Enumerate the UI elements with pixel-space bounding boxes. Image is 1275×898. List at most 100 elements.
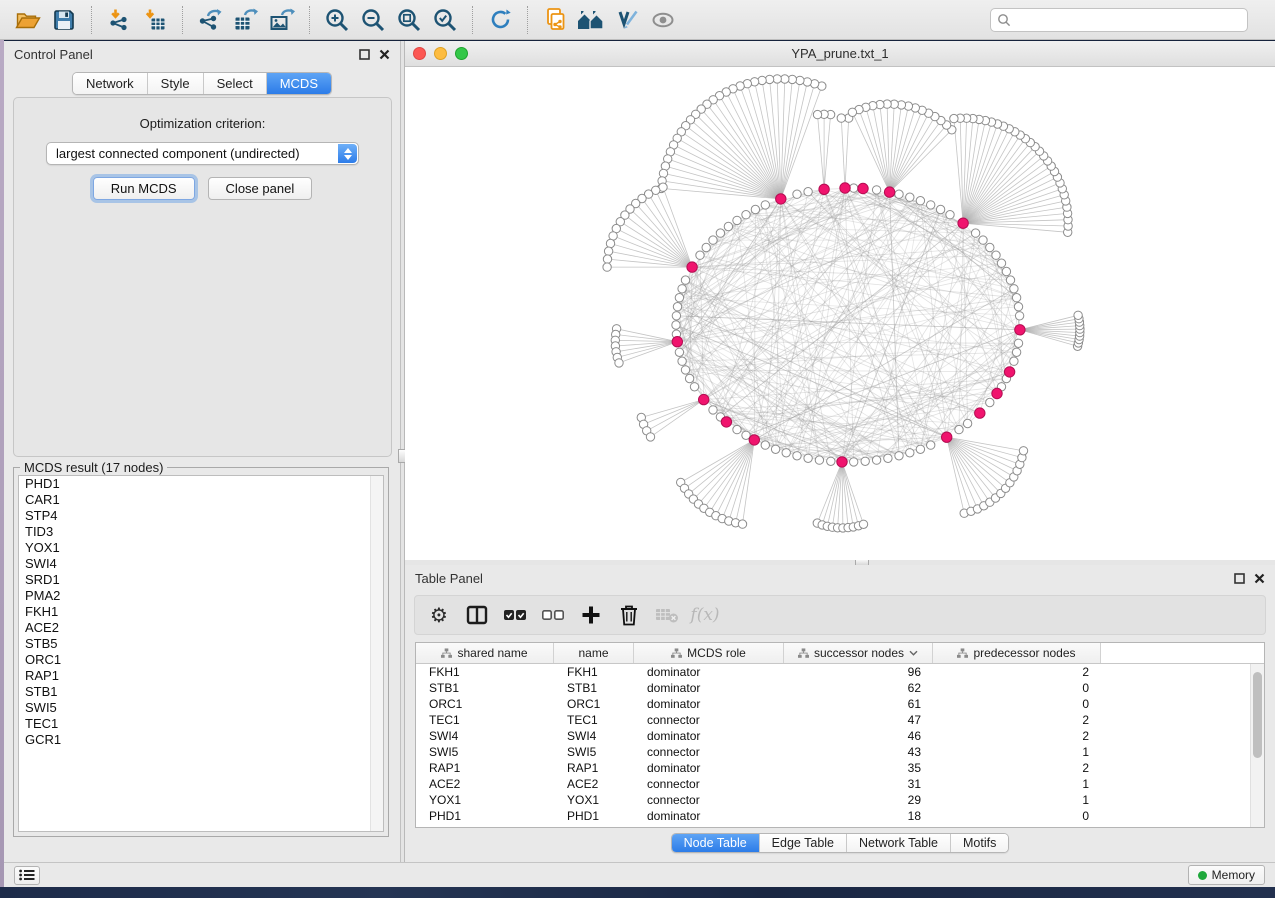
table-cell: ACE2: [416, 777, 554, 791]
result-node-item[interactable]: FKH1: [19, 604, 383, 620]
network-graph-canvas[interactable]: [405, 67, 1275, 560]
copy-network-icon[interactable]: [537, 4, 573, 36]
refresh-icon[interactable]: [482, 4, 518, 36]
export-image-icon[interactable]: [264, 4, 300, 36]
result-node-item[interactable]: PMA2: [19, 588, 383, 604]
network-window-titlebar[interactable]: YPA_prune.txt_1: [405, 41, 1275, 67]
zoom-in-icon[interactable]: [319, 4, 355, 36]
delete-row-icon[interactable]: [613, 600, 645, 630]
search-box: [990, 8, 1248, 32]
float-window-icon[interactable]: [359, 49, 370, 60]
search-input[interactable]: [990, 8, 1248, 32]
export-table-icon[interactable]: [228, 4, 264, 36]
table-row[interactable]: TEC1TEC1connector472: [416, 712, 1250, 728]
status-bar: Memory: [4, 862, 1275, 887]
export-network-icon[interactable]: [192, 4, 228, 36]
float-window-icon[interactable]: [1234, 573, 1245, 584]
table-cell: connector: [634, 793, 784, 807]
task-history-button[interactable]: [14, 866, 40, 885]
network-home-icon[interactable]: [573, 4, 609, 36]
result-node-item[interactable]: PHD1: [19, 476, 383, 492]
tab-edge-table[interactable]: Edge Table: [759, 834, 846, 852]
result-node-item[interactable]: SWI5: [19, 700, 383, 716]
table-scrollbar[interactable]: [1250, 664, 1264, 827]
import-network-icon[interactable]: [101, 4, 137, 36]
open-session-icon[interactable]: [10, 4, 46, 36]
table-cell: PHD1: [416, 809, 554, 823]
run-mcds-button[interactable]: Run MCDS: [93, 177, 195, 200]
table-row[interactable]: YOX1YOX1connector291: [416, 792, 1250, 808]
table-row[interactable]: ORC1ORC1dominator610: [416, 696, 1250, 712]
zoom-out-icon[interactable]: [355, 4, 391, 36]
result-node-item[interactable]: ACE2: [19, 620, 383, 636]
table-row[interactable]: SWI4SWI4dominator462: [416, 728, 1250, 744]
vizmapper-icon[interactable]: [609, 4, 645, 36]
table-scrollbar-thumb[interactable]: [1253, 672, 1262, 758]
table-cell: connector: [634, 745, 784, 759]
zoom-fit-icon[interactable]: [391, 4, 427, 36]
table-row[interactable]: ACE2ACE2connector311: [416, 776, 1250, 792]
result-node-item[interactable]: STP4: [19, 508, 383, 524]
column-header-shared-name[interactable]: shared name: [416, 643, 554, 663]
result-node-item[interactable]: TID3: [19, 524, 383, 540]
table-cell: dominator: [634, 681, 784, 695]
tab-network[interactable]: Network: [73, 73, 147, 94]
table-panel-title: Table Panel: [415, 571, 483, 586]
table-row[interactable]: STB1STB1dominator620: [416, 680, 1250, 696]
tab-network-table[interactable]: Network Table: [846, 834, 950, 852]
close-panel-icon[interactable]: [1254, 573, 1265, 584]
column-header-name[interactable]: name: [554, 643, 634, 663]
settings-icon[interactable]: ⚙: [423, 600, 455, 630]
result-node-item[interactable]: CAR1: [19, 492, 383, 508]
table-cell: 2: [933, 713, 1101, 727]
table-cell: 62: [784, 681, 933, 695]
tab-motifs[interactable]: Motifs: [950, 834, 1008, 852]
table-cell: dominator: [634, 729, 784, 743]
column-header-MCDS-role[interactable]: MCDS role: [634, 643, 784, 663]
mcds-result-list[interactable]: PHD1CAR1STP4TID3YOX1SWI4SRD1PMA2FKH1ACE2…: [18, 475, 384, 832]
result-node-item[interactable]: TEC1: [19, 716, 383, 732]
attribute-tree-icon: [671, 648, 682, 659]
result-node-item[interactable]: SRD1: [19, 572, 383, 588]
result-node-item[interactable]: GCR1: [19, 732, 383, 748]
control-panel-tabs: NetworkStyleSelectMCDS: [72, 72, 332, 95]
result-node-item[interactable]: SWI4: [19, 556, 383, 572]
table-row[interactable]: PHD1PHD1dominator180: [416, 808, 1250, 824]
show-graphics-icon[interactable]: [645, 4, 681, 36]
table-cell: dominator: [634, 697, 784, 711]
optimization-criterion-select[interactable]: largest connected component (undirected): [46, 142, 359, 165]
close-panel-button[interactable]: Close panel: [208, 177, 313, 200]
memory-button[interactable]: Memory: [1188, 865, 1265, 885]
zoom-selected-icon[interactable]: [427, 4, 463, 36]
table-cell: SWI4: [554, 729, 634, 743]
memory-status-dot: [1198, 871, 1207, 880]
table-row[interactable]: FKH1FKH1dominator962: [416, 664, 1250, 680]
select-all-icon[interactable]: [499, 600, 531, 630]
toggle-columns-icon[interactable]: [461, 600, 493, 630]
column-header-predecessor-nodes[interactable]: predecessor nodes: [933, 643, 1101, 663]
tab-style[interactable]: Style: [147, 73, 203, 94]
table-cell: 1: [933, 745, 1101, 759]
tab-select[interactable]: Select: [203, 73, 266, 94]
import-table-icon[interactable]: [137, 4, 173, 36]
table-cell: ORC1: [554, 697, 634, 711]
table-row[interactable]: RAP1RAP1dominator352: [416, 760, 1250, 776]
table-row[interactable]: SWI5SWI5connector431: [416, 744, 1250, 760]
tab-mcds[interactable]: MCDS: [266, 73, 331, 94]
deselect-all-icon[interactable]: [537, 600, 569, 630]
save-session-icon[interactable]: [46, 4, 82, 36]
result-node-item[interactable]: YOX1: [19, 540, 383, 556]
table-cell: FKH1: [416, 665, 554, 679]
attribute-tree-icon: [798, 648, 809, 659]
sort-indicator-icon: [909, 650, 918, 656]
close-panel-icon[interactable]: [379, 49, 390, 60]
result-node-item[interactable]: STB1: [19, 684, 383, 700]
result-node-item[interactable]: RAP1: [19, 668, 383, 684]
column-header-successor-nodes[interactable]: successor nodes: [784, 643, 933, 663]
add-row-icon[interactable]: [575, 600, 607, 630]
result-node-item[interactable]: ORC1: [19, 652, 383, 668]
result-list-scrollbar[interactable]: [370, 476, 383, 831]
result-node-item[interactable]: STB5: [19, 636, 383, 652]
tab-node-table[interactable]: Node Table: [672, 834, 759, 852]
table-cell: ACE2: [554, 777, 634, 791]
